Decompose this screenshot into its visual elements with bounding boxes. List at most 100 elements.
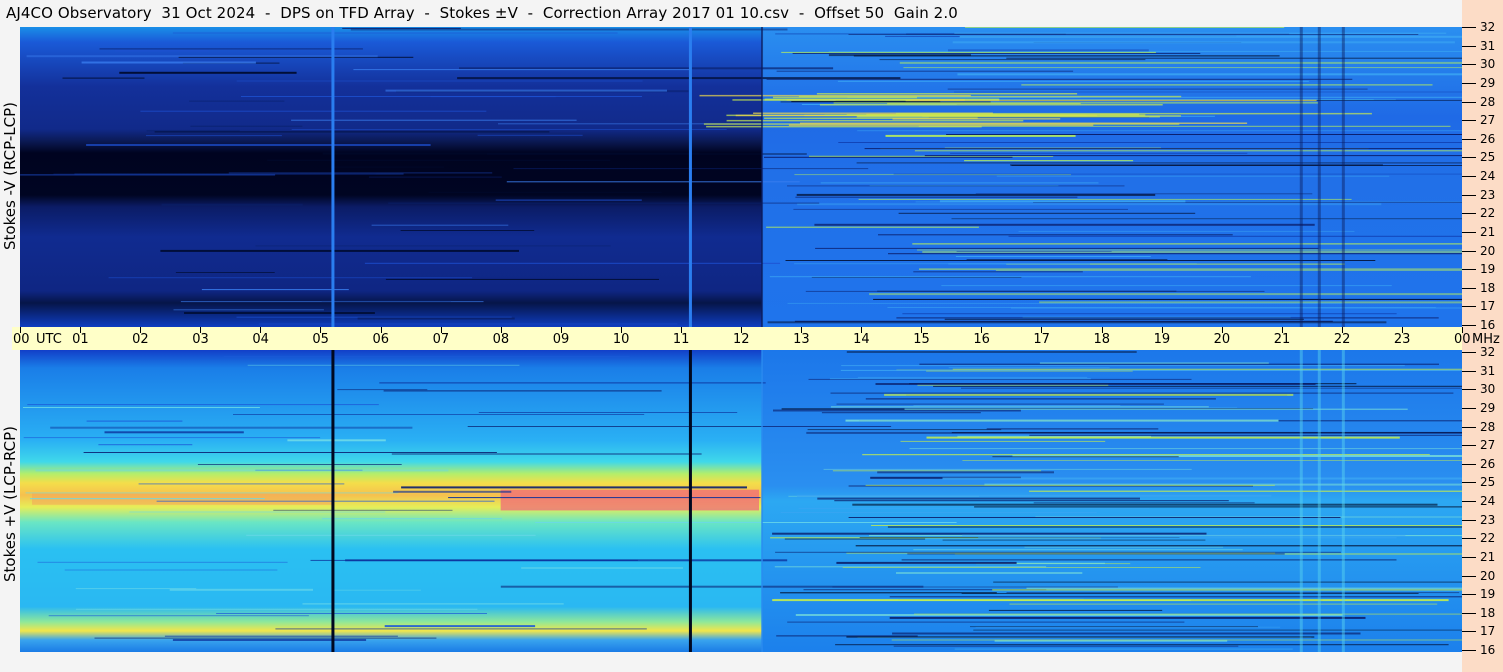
streak	[942, 477, 1462, 480]
streak	[857, 376, 1088, 378]
frequency-tick-label: 19	[1480, 587, 1496, 602]
streak	[791, 101, 941, 103]
streak	[478, 412, 738, 413]
streak	[1011, 165, 1462, 166]
streak	[951, 218, 1462, 220]
streak	[902, 313, 1397, 315]
vertical-feature	[1341, 27, 1345, 327]
streak	[384, 625, 536, 628]
streak	[875, 383, 1316, 385]
streak	[267, 159, 611, 161]
utc-tick-label: 20	[1213, 332, 1231, 347]
utc-tick-label: 16	[973, 332, 990, 347]
streak	[829, 378, 1091, 380]
streak	[864, 148, 1462, 150]
streak	[954, 91, 1462, 93]
streak	[383, 390, 662, 392]
frequency-tick-mark	[1462, 407, 1476, 409]
streak	[898, 212, 1196, 214]
streak	[954, 648, 1293, 650]
streak	[81, 61, 256, 64]
utc-tick-label: 21	[1273, 332, 1291, 347]
streak	[879, 59, 1146, 61]
streak	[914, 150, 1462, 152]
streak	[114, 49, 209, 52]
streak	[495, 199, 642, 201]
frequency-tick-mark	[1462, 82, 1476, 84]
sunrise-boundary	[761, 350, 764, 652]
streak	[766, 226, 979, 228]
frequency-tick-label: 25	[1480, 150, 1496, 165]
streak	[889, 596, 1462, 598]
frequency-tick-label: 30	[1480, 57, 1496, 72]
streak	[815, 247, 1319, 249]
streak	[62, 77, 145, 79]
streak	[357, 317, 515, 320]
streak	[388, 202, 820, 204]
streak	[184, 312, 375, 314]
utc-tick-label: 13	[793, 332, 810, 347]
streak	[369, 176, 502, 178]
streak	[961, 387, 1462, 389]
streak	[83, 452, 497, 453]
streak	[919, 268, 1462, 270]
frequency-tick-label: 25	[1480, 475, 1496, 490]
streak	[310, 559, 638, 561]
bottom-panel-ylabel: Stokes +V (LCP-RCP)	[1, 426, 19, 582]
streak	[330, 166, 445, 168]
streak	[1033, 502, 1255, 504]
streak	[836, 403, 1164, 405]
streak	[946, 134, 1462, 135]
streak	[1008, 235, 1462, 237]
streak	[962, 534, 1406, 537]
frequency-tick-label: 18	[1480, 280, 1496, 295]
streak	[817, 497, 1140, 500]
streak	[1029, 490, 1462, 492]
streak	[933, 385, 1462, 387]
streak	[26, 55, 378, 58]
frequency-tick-mark	[1462, 631, 1476, 633]
streak	[896, 572, 1083, 574]
streak	[364, 262, 781, 264]
streak	[926, 370, 1133, 372]
streak	[236, 80, 643, 82]
streak	[156, 500, 495, 502]
streak	[275, 628, 647, 630]
streak	[108, 277, 473, 279]
streak	[889, 616, 1366, 619]
streak	[948, 367, 1110, 369]
streak	[924, 155, 1462, 157]
streak	[385, 89, 667, 92]
streak	[1021, 84, 1433, 86]
emission-streak	[824, 114, 1146, 116]
streak	[255, 245, 611, 247]
streak	[50, 426, 413, 429]
frequency-tick-label: 31	[1480, 38, 1496, 53]
streak	[798, 507, 1150, 509]
peak-band	[500, 489, 760, 511]
frequency-tick-mark	[1462, 501, 1476, 502]
stokes-plus-v-spectrogram	[20, 350, 1462, 652]
streak	[978, 537, 1397, 539]
streak	[974, 506, 1462, 508]
frequency-tick-label: 16	[1480, 318, 1496, 332]
event-line	[688, 27, 692, 327]
streak	[371, 224, 509, 226]
vertical-feature	[1299, 350, 1303, 652]
frequency-tick-mark	[1462, 45, 1476, 47]
streak	[846, 636, 1315, 638]
streak	[797, 494, 1272, 497]
streak	[160, 249, 519, 252]
utc-tick-label: 02	[132, 332, 149, 347]
streak	[792, 52, 1201, 54]
streak	[241, 96, 642, 97]
streak	[835, 644, 1449, 646]
streak	[291, 129, 727, 130]
streak	[337, 389, 428, 391]
streak	[273, 509, 453, 511]
streak	[993, 581, 1462, 583]
streak	[94, 637, 437, 639]
streak	[919, 363, 1439, 365]
frequency-tick-label: 27	[1480, 113, 1496, 128]
utc-tick-label: 23	[1393, 332, 1411, 347]
